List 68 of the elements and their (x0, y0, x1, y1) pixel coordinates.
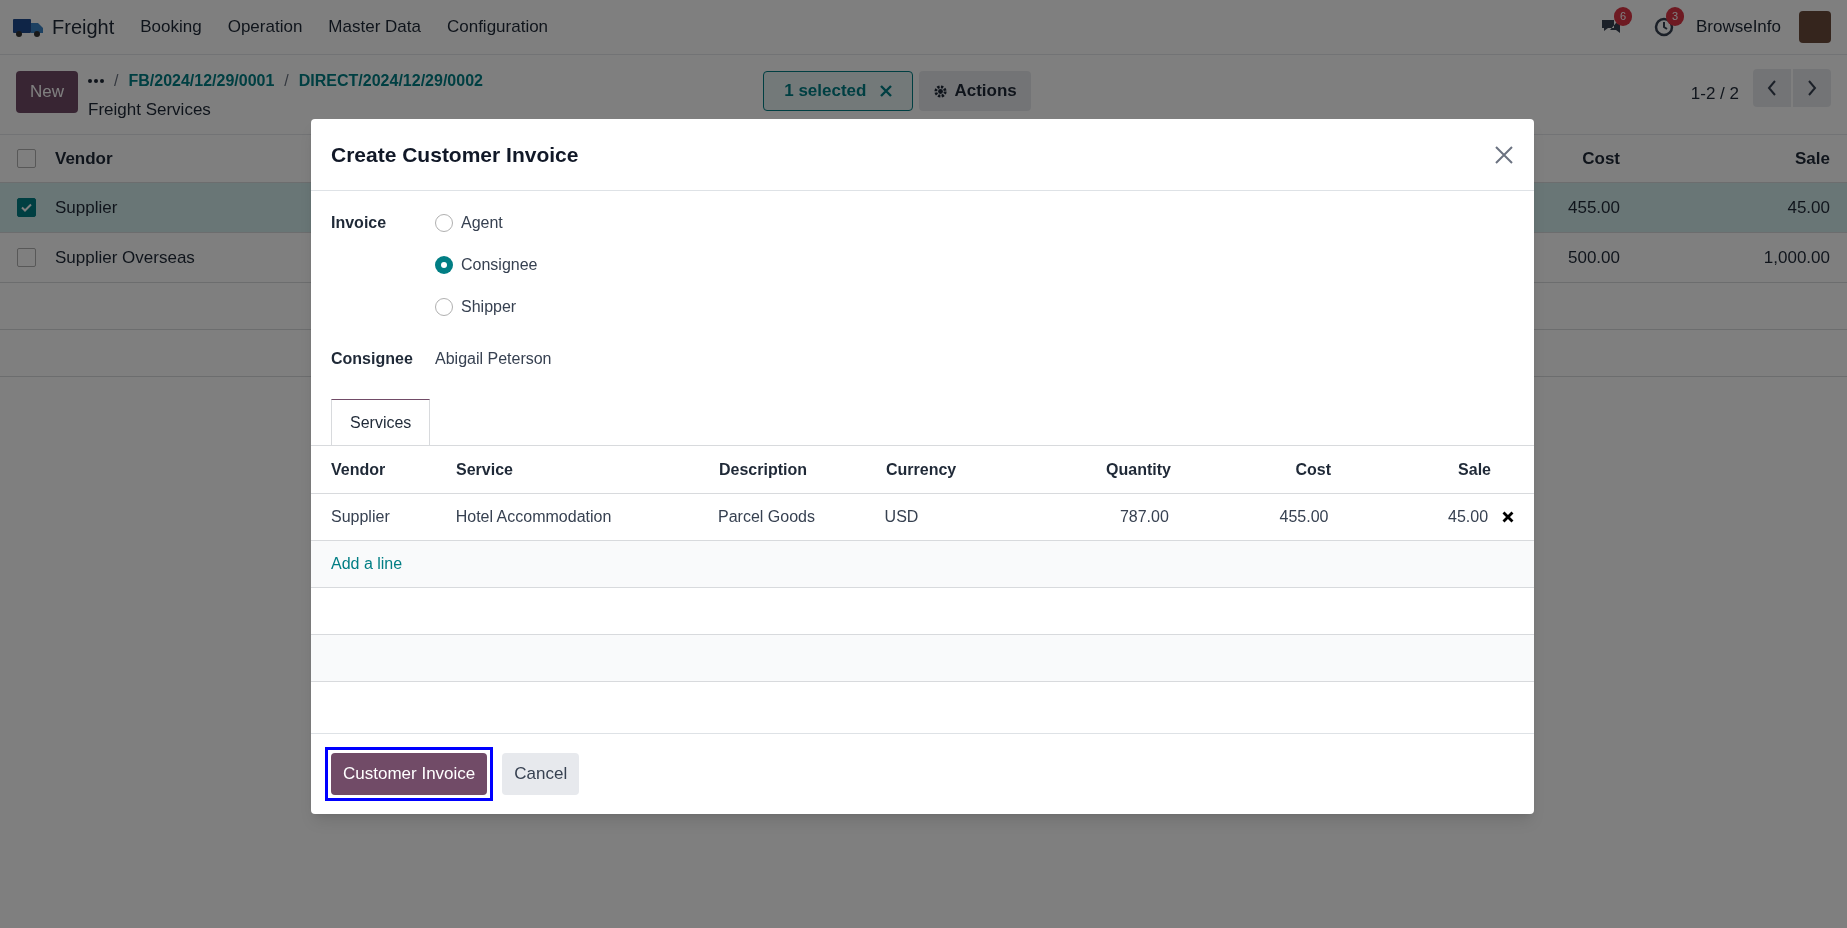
radio-button[interactable] (435, 298, 453, 316)
table-cell-text: 45.00 (1786, 196, 1830, 219)
cancel-button[interactable]: Cancel (502, 753, 580, 795)
new-button[interactable]: New (16, 71, 78, 113)
column-header[interactable]: Sale (1620, 145, 1830, 172)
table-cell-text: Supplier (331, 507, 391, 527)
radio-label[interactable]: Shipper (461, 295, 517, 319)
checkbox[interactable] (17, 248, 36, 267)
table-cell-text: 455.00 (1278, 507, 1329, 527)
previous-button[interactable] (1753, 69, 1791, 107)
tab[interactable]: Services (331, 399, 431, 446)
column-header[interactable]: Vendor (331, 457, 456, 482)
actions-button[interactable]: Actions (919, 71, 1031, 111)
table-cell-text: USD (884, 507, 920, 527)
chevron-right-icon (1807, 80, 1817, 96)
app-name[interactable]: Freight (52, 12, 115, 42)
menu-item[interactable]: Booking (140, 14, 202, 40)
table-cell-text: Supplier (55, 196, 118, 219)
field-label: Invoice (331, 213, 388, 233)
gear-icon (933, 83, 949, 99)
column-header[interactable]: Currency (886, 457, 1006, 482)
checkbox[interactable] (17, 198, 36, 217)
menu-item[interactable]: Configuration (446, 14, 549, 40)
notification-badge: 3 (1665, 7, 1685, 26)
column-header[interactable]: Service (456, 457, 719, 482)
next-button[interactable] (1793, 69, 1831, 107)
menu-item[interactable]: Master Data (328, 14, 421, 40)
column-header[interactable]: Sale (1331, 457, 1491, 482)
column-header[interactable]: Cost (1171, 457, 1331, 482)
user-name[interactable]: BrowseInfo (1695, 14, 1781, 40)
check-icon (21, 203, 32, 212)
close-icon[interactable] (880, 85, 893, 97)
truck-icon (12, 16, 44, 38)
dialog-title: Create Customer Invoice (331, 141, 579, 168)
radio-button[interactable] (435, 214, 453, 232)
table-cell-text: Hotel Accommodation (455, 507, 613, 527)
add-line-link[interactable]: Add a line (331, 552, 403, 576)
menu-item[interactable]: Operation (227, 14, 303, 40)
selection-badge[interactable]: 1 selected (763, 71, 914, 111)
clock-icon[interactable] (1653, 17, 1674, 37)
pager-value: 1-2 / 2 (1690, 83, 1739, 105)
table-cell-text: 45.00 (1447, 507, 1489, 527)
breadcrumb-link[interactable]: FB/2024/12/29/0001 (128, 69, 275, 93)
more-icon[interactable] (88, 78, 104, 84)
table-cell-text: 1,000.00 (1762, 246, 1830, 269)
customer-invoice-button[interactable]: Customer Invoice (331, 753, 488, 795)
table-cell-text: Parcel Goods (718, 507, 816, 527)
table-cell-text: Supplier Overseas (55, 246, 195, 269)
column-header[interactable]: Description (719, 457, 886, 482)
radio-label[interactable]: Consignee (461, 253, 538, 277)
table-cell-text: 500.00 (1567, 246, 1620, 269)
notification-badge: 6 (1613, 7, 1633, 26)
field-value: Abigail Peterson (435, 349, 552, 369)
column-header[interactable]: Vendor (55, 145, 113, 172)
table-cell-text: 455.00 (1567, 196, 1620, 219)
table-cell-text: 787.00 (1118, 507, 1169, 527)
radio-label[interactable]: Agent (461, 211, 503, 235)
breadcrumb-separator: / (284, 71, 289, 91)
column-header[interactable]: Quantity (1006, 457, 1171, 482)
close-icon[interactable] (1494, 144, 1514, 165)
page-title: Freight Services (88, 99, 212, 121)
delete-icon[interactable] (1502, 511, 1514, 523)
chevron-left-icon (1767, 80, 1777, 96)
breadcrumb-link[interactable]: DIRECT/2024/12/29/0002 (298, 69, 483, 93)
radio-button[interactable] (435, 256, 453, 274)
breadcrumb-separator: / (114, 71, 119, 91)
checkbox[interactable] (17, 149, 36, 168)
field-label: Consignee (331, 349, 414, 369)
